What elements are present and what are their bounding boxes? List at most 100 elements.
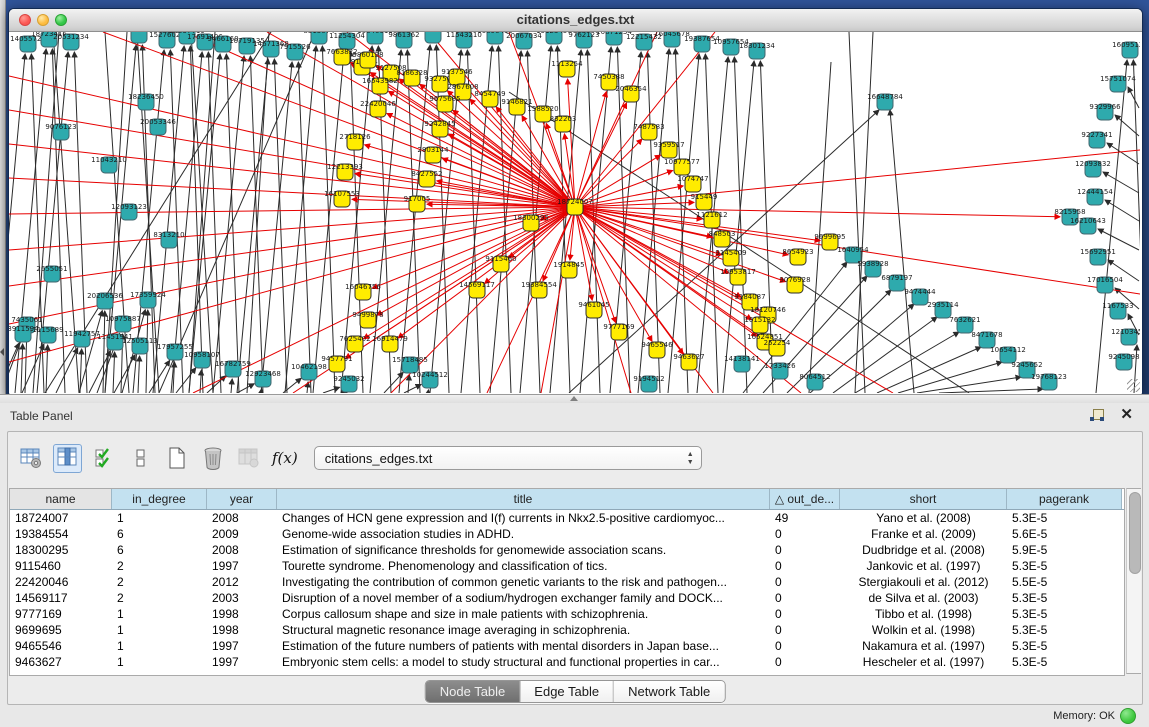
table-scrollbar[interactable] xyxy=(1126,488,1141,674)
graph-node[interactable]: 12093832 xyxy=(1075,160,1111,177)
graph-edge[interactable] xyxy=(734,57,747,393)
table-row[interactable]: 1456911722003Disruption of a novel membe… xyxy=(10,590,1124,606)
graph-node[interactable]: 1914845 xyxy=(553,261,584,278)
tab-edge-table[interactable]: Edge Table xyxy=(520,681,614,702)
table-options-icon[interactable] xyxy=(17,445,44,472)
graph-node[interactable]: 8427552 xyxy=(411,170,442,187)
graph-node[interactable]: 16543982 xyxy=(362,77,398,94)
column-header-pagerank[interactable]: pagerank xyxy=(1007,489,1122,509)
graph-node[interactable]: 12444154 xyxy=(1077,188,1113,205)
graph-node[interactable]: 9245032 xyxy=(333,375,364,392)
select-all-columns-icon[interactable] xyxy=(91,445,118,472)
tab-node-table[interactable]: Node Table xyxy=(426,681,521,702)
graph-edge[interactable] xyxy=(171,52,202,393)
graph-node[interactable]: 9465546 xyxy=(641,341,673,358)
graph-edge[interactable] xyxy=(189,32,215,393)
graph-node[interactable]: 9076928 xyxy=(779,276,810,293)
graph-edge[interactable] xyxy=(261,389,262,393)
graph-edge[interactable] xyxy=(575,207,1060,217)
graph-edge[interactable] xyxy=(404,384,421,393)
graph-node[interactable]: 10953817 xyxy=(720,268,756,285)
graph-node[interactable]: 15692951 xyxy=(1080,248,1116,265)
splitter-grip-icon[interactable] xyxy=(570,396,578,401)
scrollbar-thumb[interactable] xyxy=(1129,492,1141,574)
graph-node[interactable]: 9461045 xyxy=(578,301,609,318)
graph-edge[interactable] xyxy=(890,110,914,393)
new-table-icon[interactable] xyxy=(163,445,190,472)
graph-node[interactable]: 9359517 xyxy=(653,141,684,158)
function-builder-icon[interactable]: f(x) xyxy=(272,449,298,467)
graph-edge[interactable] xyxy=(363,207,575,339)
window-resize-grip[interactable] xyxy=(1127,379,1140,392)
table-row[interactable]: 977716911998Corpus callosum shape and si… xyxy=(10,606,1124,622)
float-panel-icon[interactable] xyxy=(1089,408,1105,424)
graph-node[interactable]: 15751074 xyxy=(1100,75,1136,92)
memory-status-indicator[interactable] xyxy=(1120,708,1136,724)
graph-node[interactable]: 18301234 xyxy=(739,42,775,59)
graph-node[interactable]: 7487583 xyxy=(633,123,664,140)
graph-edge[interactable] xyxy=(1107,143,1139,164)
graph-node[interactable]: 10244512 xyxy=(412,371,448,388)
column-header-title[interactable]: title xyxy=(277,489,770,509)
table-row[interactable]: 1872400712008Changes of HCN gene express… xyxy=(10,510,1124,526)
graph-node[interactable]: 8313210 xyxy=(153,231,184,248)
network-canvas[interactable]: 1405572418723416205312341065328715276021… xyxy=(9,32,1140,393)
graph-edge[interactable] xyxy=(138,356,140,393)
graph-node[interactable]: 9499878 xyxy=(352,311,383,328)
graph-edge[interactable] xyxy=(9,207,575,286)
graph-edge[interactable] xyxy=(113,352,115,393)
column-header-short[interactable]: short xyxy=(840,489,1007,509)
graph-node[interactable]: 14138141 xyxy=(724,355,760,372)
graph-node[interactable]: 19768123 xyxy=(1031,373,1067,390)
graph-node[interactable]: 16107553 xyxy=(324,190,360,207)
graph-edge[interactable] xyxy=(176,368,196,393)
graph-node[interactable]: 915449 xyxy=(691,193,718,210)
graph-node[interactable]: 12103454 xyxy=(1111,328,1140,345)
table-row[interactable]: 911546021997Tourette syndrome. Phenomeno… xyxy=(10,558,1124,574)
table-row[interactable]: 1938455462009Genome-wide association stu… xyxy=(10,526,1124,542)
graph-node[interactable]: 1121612 xyxy=(696,211,727,228)
graph-edge[interactable] xyxy=(189,54,220,393)
table-row[interactable]: 946554611997Estimation of the future num… xyxy=(10,638,1124,654)
graph-edge[interactable] xyxy=(575,207,592,300)
graph-node[interactable]: 9227341 xyxy=(1081,131,1112,148)
graph-edge[interactable] xyxy=(509,92,969,393)
graph-node[interactable]: 7625402 xyxy=(339,335,370,352)
control-panel-splitter[interactable] xyxy=(0,0,6,400)
column-header-name[interactable]: name xyxy=(10,489,112,509)
network-window-titlebar[interactable]: citations_edges.txt xyxy=(9,9,1142,32)
graph-node[interactable]: 9245098 xyxy=(1108,353,1139,370)
table-row[interactable]: 946362711997Embryonic stem cells: a mode… xyxy=(10,654,1124,670)
graph-node[interactable]: 1113254 xyxy=(551,60,583,77)
graph-edge[interactable] xyxy=(9,207,575,324)
graph-node[interactable]: 1733426 xyxy=(764,362,796,379)
graph-edge[interactable] xyxy=(1105,200,1139,221)
graph-edge[interactable] xyxy=(391,207,575,393)
graph-edge[interactable] xyxy=(541,207,575,393)
tab-network-table[interactable]: Network Table xyxy=(614,681,724,702)
graph-node[interactable]: 12923468 xyxy=(245,370,281,387)
graph-edge[interactable] xyxy=(809,62,831,393)
collapse-arrow-icon[interactable] xyxy=(0,348,4,356)
graph-node[interactable]: 8064512 xyxy=(799,373,830,390)
graph-edge[interactable] xyxy=(237,384,254,393)
graph-node[interactable]: 8654923 xyxy=(782,248,813,265)
graph-node[interactable]: 12505113 xyxy=(122,337,158,354)
graph-edge[interactable] xyxy=(323,387,340,393)
table-row[interactable]: 2242004622012Investigating the contribut… xyxy=(10,574,1124,590)
show-columns-icon[interactable] xyxy=(53,444,82,473)
graph-edge[interactable] xyxy=(114,355,135,393)
graph-node[interactable]: 9861362 xyxy=(388,32,419,48)
graph-edge[interactable] xyxy=(575,207,683,354)
graph-edge[interactable] xyxy=(939,389,1043,393)
graph-edge[interactable] xyxy=(575,150,1140,207)
unselect-all-columns-icon[interactable] xyxy=(127,445,154,472)
graph-edge[interactable] xyxy=(1128,87,1139,108)
delete-table-icon[interactable] xyxy=(199,445,226,472)
graph-edge[interactable] xyxy=(231,379,232,393)
graph-edge[interactable] xyxy=(21,344,23,393)
graph-edge[interactable] xyxy=(1098,229,1139,250)
graph-node[interactable]: 16046756 xyxy=(345,283,381,300)
graph-node[interactable]: 14569117 xyxy=(459,281,495,298)
graph-node[interactable]: 11043210 xyxy=(91,156,127,173)
